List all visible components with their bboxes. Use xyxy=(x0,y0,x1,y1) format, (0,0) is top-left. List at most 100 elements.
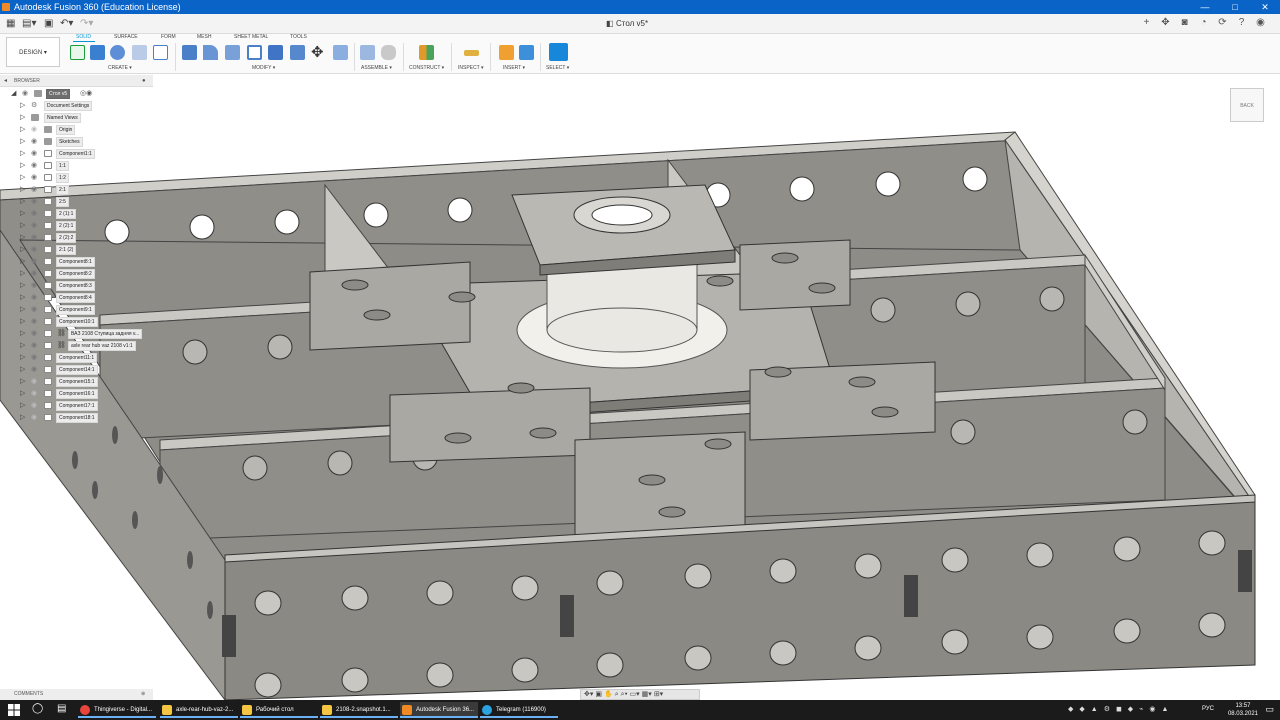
tree-item-label[interactable]: 2:5 xyxy=(56,197,69,207)
visibility-eye-icon[interactable]: ◉ xyxy=(31,330,37,338)
visibility-eye-icon[interactable]: ◉ xyxy=(31,402,37,410)
extrude-icon[interactable] xyxy=(90,45,105,60)
tree-item-label[interactable]: Component18:1 xyxy=(56,413,98,423)
tree-item-label[interactable]: Component8:3 xyxy=(56,281,95,291)
visibility-eye-icon[interactable]: ◉ xyxy=(31,174,37,182)
notification-center-icon[interactable]: ▭ xyxy=(1265,704,1274,715)
visibility-eye-icon[interactable]: ◉ xyxy=(31,234,37,242)
visibility-eye-icon[interactable]: ◉ xyxy=(31,162,37,170)
clock[interactable]: 13:57 08.03.2021 xyxy=(1228,702,1258,718)
tree-item-label[interactable]: axle rear hub vaz 2108 v1:1 xyxy=(68,341,136,351)
zoom-icon[interactable]: ⌕ xyxy=(615,690,619,699)
expand-triangle-icon[interactable]: ▷ xyxy=(20,234,25,242)
tree-item[interactable]: ▷ ◉ Component14:1 xyxy=(0,364,160,376)
expand-triangle-icon[interactable]: ▷ xyxy=(20,294,25,302)
move-icon[interactable]: ✥ xyxy=(311,45,326,60)
joint-icon[interactable] xyxy=(381,45,396,60)
browser-collapse-icon[interactable]: ◂ xyxy=(4,75,7,87)
tree-item[interactable]: ▷ Named Views xyxy=(0,112,160,124)
press-pull-icon[interactable] xyxy=(182,45,197,60)
tree-item[interactable]: ▷ ◉ Component8:1 xyxy=(0,256,160,268)
visibility-eye-icon[interactable]: ◉ xyxy=(31,186,37,194)
tree-item[interactable]: ▷ ◉ Component18:1 xyxy=(0,412,160,424)
tree-item-label[interactable]: 2 (1):1 xyxy=(56,209,77,219)
tree-item-label[interactable]: Component14:1 xyxy=(56,365,98,375)
tree-item-label[interactable]: ВАЗ 2108 Ступица задняя v... xyxy=(68,329,143,339)
visibility-eye-icon[interactable]: ◉ xyxy=(31,354,37,362)
visibility-eye-icon[interactable]: ◉ xyxy=(31,366,37,374)
insert-derive-icon[interactable] xyxy=(499,45,514,60)
visibility-eye-icon[interactable]: ◉ xyxy=(31,342,37,350)
minimize-button[interactable]: — xyxy=(1190,0,1220,14)
taskbar-item[interactable]: Thingiverse - Digital... xyxy=(78,702,156,718)
modify-group-label[interactable]: MODIFY ▾ xyxy=(252,65,275,71)
visibility-eye-icon[interactable]: ◉ xyxy=(31,258,37,266)
visibility-eye-icon[interactable]: ◉ xyxy=(31,378,37,386)
tree-item-label[interactable]: 2:1 xyxy=(56,185,69,195)
tab-sheet-metal[interactable]: SHEET METAL xyxy=(234,34,268,40)
windows-start-icon[interactable] xyxy=(8,704,20,716)
tree-item[interactable]: ▷ ◉ 2:5 xyxy=(0,196,160,208)
tree-item[interactable]: ▷ ◉ Component16:1 xyxy=(0,388,160,400)
tray-icons[interactable]: ◆◆▲⚙◼◆⌁◉▲ xyxy=(1068,705,1174,713)
tree-item-label[interactable]: 1:1 xyxy=(56,161,69,171)
expand-triangle-icon[interactable]: ▷ xyxy=(20,114,25,122)
expand-triangle-icon[interactable]: ▷ xyxy=(20,102,25,110)
maximize-button[interactable]: □ xyxy=(1220,0,1250,14)
inspect-group-label[interactable]: INSPECT ▾ xyxy=(458,65,483,71)
expand-triangle-icon[interactable]: ▷ xyxy=(20,186,25,194)
tree-item-label[interactable]: 1:2 xyxy=(56,173,69,183)
tree-item-label[interactable]: Component10:1 xyxy=(56,317,98,327)
tree-item-label[interactable]: 2:1 (2) xyxy=(56,245,77,255)
taskview-icon[interactable]: ▤ xyxy=(57,703,66,714)
expand-triangle-icon[interactable]: ▷ xyxy=(20,330,25,338)
tree-item[interactable]: ▷ ◉ 2:1 xyxy=(0,184,160,196)
visibility-eye-icon[interactable]: ◉ xyxy=(22,90,28,98)
job-status-icon[interactable]: ◔ xyxy=(1194,17,1213,28)
create-sketch-icon[interactable] xyxy=(70,45,85,60)
expand-triangle-icon[interactable]: ▷ xyxy=(20,258,25,266)
new-component-icon[interactable] xyxy=(360,45,375,60)
visibility-eye-icon[interactable]: ◉ xyxy=(31,138,37,146)
taskbar-item[interactable]: axle-rear-hub-vaz-2... xyxy=(160,702,238,718)
expand-triangle-icon[interactable]: ▷ xyxy=(20,390,25,398)
insert-group-label[interactable]: INSERT ▾ xyxy=(503,65,525,71)
create-group-label[interactable]: CREATE ▾ xyxy=(108,65,132,71)
chamfer-icon[interactable] xyxy=(225,45,240,60)
expand-triangle-icon[interactable]: ▷ xyxy=(20,366,25,374)
visibility-eye-icon[interactable]: ◉ xyxy=(31,306,37,314)
tree-item-label[interactable]: Component1:1 xyxy=(56,149,95,159)
activate-radio-icon[interactable]: ◎◉ xyxy=(80,89,92,97)
expand-triangle-icon[interactable]: ▷ xyxy=(20,318,25,326)
insert-canvas-icon[interactable] xyxy=(519,45,534,60)
document-tab-title[interactable]: Стол v5* xyxy=(616,19,648,28)
file-menu-icon[interactable]: ▤▾ xyxy=(22,18,36,29)
grid-settings-icon[interactable]: ▦▾ xyxy=(642,690,652,699)
help-icon[interactable]: ? xyxy=(1232,17,1251,28)
visibility-eye-icon[interactable]: ◉ xyxy=(31,414,37,422)
expand-triangle-icon[interactable]: ▷ xyxy=(20,174,25,182)
tree-item[interactable]: ▷ ◉ 2 (1):1 xyxy=(0,208,160,220)
expand-triangle-icon[interactable]: ▷ xyxy=(20,162,25,170)
revolve-icon[interactable] xyxy=(110,45,125,60)
viewports-icon[interactable]: ⊞▾ xyxy=(654,690,663,699)
taskbar-item-active[interactable]: Autodesk Fusion 36... xyxy=(400,702,478,718)
visibility-eye-icon[interactable]: ◉ xyxy=(31,318,37,326)
expand-triangle-icon[interactable]: ▷ xyxy=(20,138,25,146)
undo-icon[interactable]: ↶▾ xyxy=(60,18,73,29)
taskbar-item[interactable]: 2108-2.snapshot.1... xyxy=(320,702,398,718)
construct-group-label[interactable]: CONSTRUCT ▾ xyxy=(409,65,444,71)
tree-item-label[interactable]: 2 (2):1 xyxy=(56,221,77,231)
tree-item[interactable]: ▷ ◉ 1:2 xyxy=(0,172,160,184)
measure-icon[interactable] xyxy=(464,50,479,56)
extensions-icon[interactable]: ✥ xyxy=(1156,17,1175,28)
orbit-icon[interactable]: ✥▾ xyxy=(584,690,593,699)
tree-item-label[interactable]: Component9:1 xyxy=(56,305,95,315)
new-tab-icon[interactable]: + xyxy=(1137,17,1156,28)
hole-icon[interactable] xyxy=(132,45,147,60)
viewcube[interactable]: BACK xyxy=(1230,88,1264,122)
tree-item[interactable]: ▷ ◉ Component8:3 xyxy=(0,280,160,292)
expand-triangle-icon[interactable]: ▷ xyxy=(20,354,25,362)
offset-plane-icon[interactable] xyxy=(419,45,434,60)
save-icon[interactable]: ▣ xyxy=(44,18,53,29)
